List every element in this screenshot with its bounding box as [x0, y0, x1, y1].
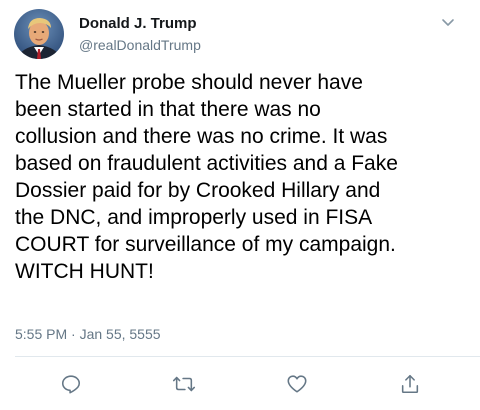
avatar[interactable] [14, 9, 64, 59]
tweet-card: Donald J. Trump @realDonaldTrump The Mue… [0, 0, 480, 410]
retweet-icon [172, 376, 196, 392]
tweet-timestamp[interactable]: 5:55 PM · Jan 55, 5555 [15, 326, 161, 342]
author-display-name[interactable]: Donald J. Trump [79, 15, 197, 32]
reply-icon [61, 375, 81, 394]
tweet-text: The Mueller probe should never have been… [15, 71, 398, 283]
author-handle[interactable]: @realDonaldTrump [79, 37, 201, 53]
like-button[interactable] [283, 370, 311, 398]
chevron-down-icon [442, 19, 454, 26]
action-bar [0, 370, 480, 400]
profile-photo [14, 9, 64, 59]
share-icon [401, 374, 419, 394]
tweet-menu-button[interactable] [437, 11, 459, 33]
retweet-button[interactable] [170, 370, 198, 398]
heart-icon [287, 375, 307, 393]
reply-button[interactable] [57, 370, 85, 398]
divider [15, 356, 480, 357]
share-button[interactable] [396, 370, 424, 398]
